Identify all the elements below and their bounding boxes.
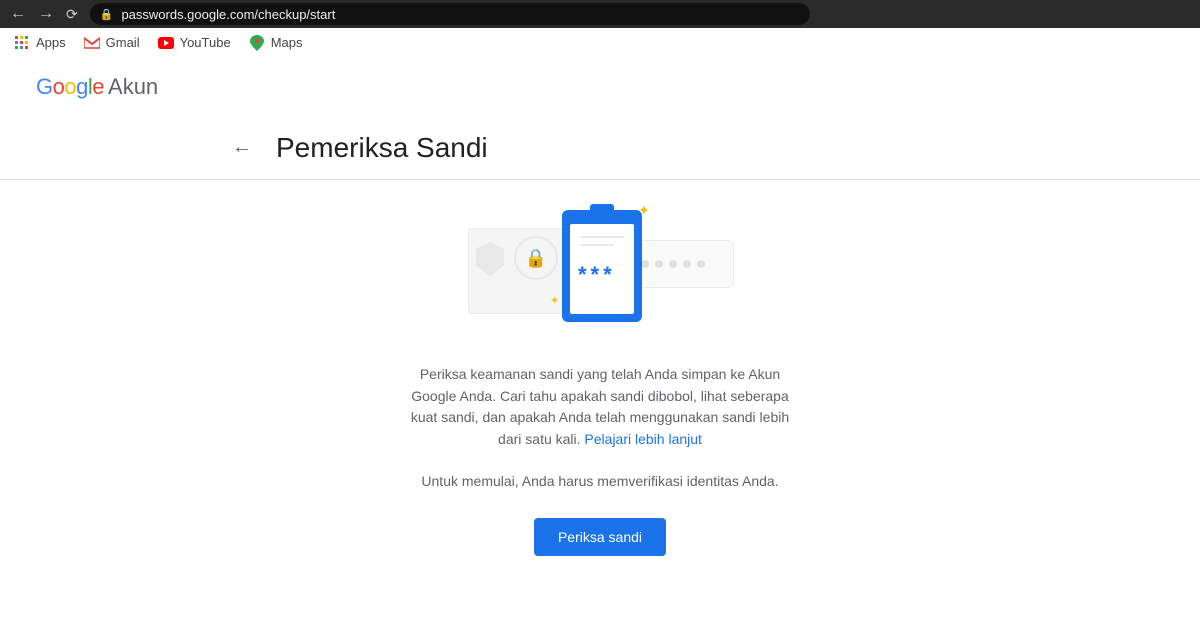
password-asterisks: *** <box>578 262 626 288</box>
maps-icon <box>249 35 265 51</box>
apps-grid-icon <box>14 35 30 51</box>
url-text: passwords.google.com/checkup/start <box>121 7 335 22</box>
learn-more-link[interactable]: Pelajari lebih lanjut <box>584 431 702 447</box>
page-title-bar: ← Pemeriksa Sandi <box>0 116 1200 180</box>
bookmark-apps[interactable]: Apps <box>14 35 66 51</box>
lock-icon: 🔒 <box>100 8 114 21</box>
nav-back-icon[interactable]: ← <box>10 6 26 22</box>
product-name: Akun <box>108 74 158 100</box>
google-logo[interactable]: Google <box>36 74 104 100</box>
bookmark-maps[interactable]: Maps <box>249 35 303 51</box>
bookmark-label: Gmail <box>106 35 140 50</box>
bookmark-gmail[interactable]: Gmail <box>84 35 140 51</box>
sparkle-icon: ✦ <box>550 294 559 307</box>
nav-forward-icon[interactable]: → <box>38 6 54 22</box>
gmail-icon <box>84 35 100 51</box>
check-password-button[interactable]: Periksa sandi <box>534 518 666 556</box>
bookmark-youtube[interactable]: YouTube <box>158 35 231 51</box>
address-bar[interactable]: 🔒 passwords.google.com/checkup/start <box>90 3 810 25</box>
back-arrow-icon[interactable]: ← <box>232 136 252 159</box>
verify-text: Untuk memulai, Anda harus memverifikasi … <box>421 471 778 492</box>
page-title: Pemeriksa Sandi <box>276 132 488 164</box>
bookmark-label: YouTube <box>180 35 231 50</box>
description-text: Periksa keamanan sandi yang telah Anda s… <box>400 364 800 451</box>
account-header: Google Akun <box>0 58 1200 116</box>
youtube-icon <box>158 35 174 51</box>
bookmark-label: Maps <box>271 35 303 50</box>
reload-icon[interactable]: ⟳ <box>66 6 78 23</box>
bookmarks-bar: Apps Gmail YouTube Maps <box>0 28 1200 58</box>
main-content: 🔒 ✦ ✦ *** Periksa keamanan sandi yang te… <box>0 180 1200 556</box>
password-checkup-illustration: 🔒 ✦ ✦ *** <box>450 200 750 340</box>
bookmark-label: Apps <box>36 35 66 50</box>
browser-toolbar: ← → ⟳ 🔒 passwords.google.com/checkup/sta… <box>0 0 1200 28</box>
clipboard-icon: *** <box>562 210 642 322</box>
lock-circle-icon: 🔒 <box>514 236 558 280</box>
